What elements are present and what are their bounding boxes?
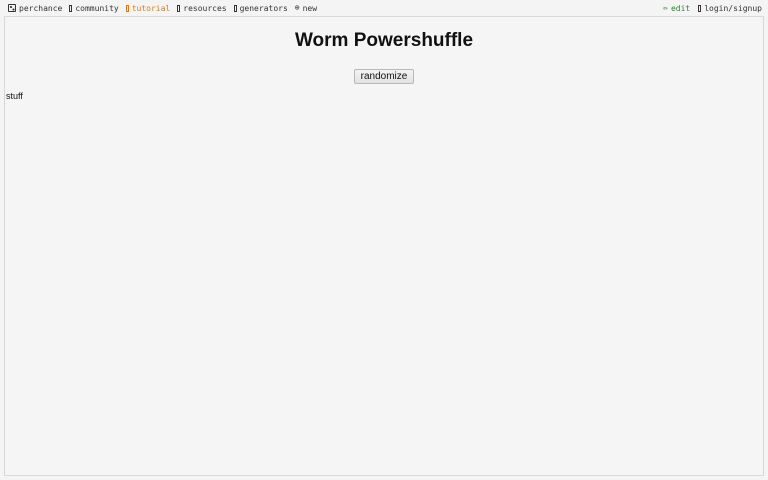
- nav-generators-label: generators: [239, 3, 288, 13]
- dice-icon: [8, 4, 16, 12]
- nav-generators-link[interactable]: generators: [233, 3, 288, 13]
- nav-login-label: login/signup: [704, 3, 762, 13]
- nav-left-group: perchance community tutorial resources g…: [8, 4, 317, 13]
- nav-perchance-label: perchance: [19, 3, 63, 13]
- nav-new-label: new: [302, 3, 318, 13]
- resources-icon: [177, 4, 181, 12]
- plus-circle-icon: ⊕: [294, 3, 300, 12]
- tutorial-icon: [125, 4, 129, 12]
- nav-edit-link[interactable]: ✏ edit: [663, 4, 690, 13]
- randomize-button[interactable]: randomize: [353, 69, 415, 84]
- generator-output-frame: Worm Powershuffle randomize stuff: [4, 16, 764, 476]
- nav-community-link[interactable]: community: [69, 3, 119, 13]
- login-icon: [698, 4, 702, 12]
- output-text: stuff: [6, 91, 23, 101]
- nav-right-group: ✏ edit login/signup: [663, 4, 762, 13]
- nav-resources-link[interactable]: resources: [177, 3, 227, 13]
- community-icon: [69, 4, 73, 12]
- nav-community-label: community: [75, 3, 119, 13]
- nav-perchance-link[interactable]: perchance: [8, 4, 62, 13]
- generators-icon: [233, 4, 237, 12]
- nav-tutorial-label: tutorial: [131, 3, 171, 13]
- nav-edit-label: edit: [670, 3, 691, 13]
- pencil-icon: ✏: [663, 3, 668, 12]
- nav-resources-label: resources: [183, 3, 227, 13]
- top-navigation-bar: perchance community tutorial resources g…: [0, 0, 768, 16]
- randomize-button-container: randomize: [5, 64, 763, 84]
- page-title: Worm Powershuffle: [294, 30, 474, 51]
- nav-login-link[interactable]: login/signup: [698, 4, 762, 13]
- nav-tutorial-link[interactable]: tutorial: [125, 3, 171, 13]
- nav-new-link[interactable]: ⊕ new: [295, 4, 317, 13]
